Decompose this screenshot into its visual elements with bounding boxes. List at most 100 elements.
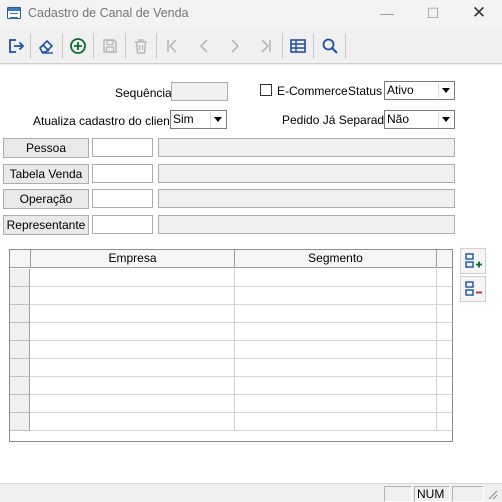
toolbar-separator xyxy=(125,33,126,59)
cell-empresa[interactable] xyxy=(31,323,235,341)
chevron-down-icon xyxy=(210,112,225,127)
add-row-button[interactable] xyxy=(460,248,486,274)
representante-description-field xyxy=(158,215,455,234)
atualiza-cadastro-select[interactable]: Sim xyxy=(170,110,227,129)
toolbar-separator xyxy=(93,33,94,59)
resize-grip-icon[interactable] xyxy=(488,489,498,500)
atualiza-cadastro-label: Atualiza cadastro do cliente xyxy=(33,114,180,128)
eraser-icon xyxy=(39,39,54,54)
app-form-icon xyxy=(7,7,21,19)
operacao-button[interactable]: Operação xyxy=(3,189,89,209)
row-indicator[interactable] xyxy=(10,359,30,377)
ecommerce-checkbox[interactable] xyxy=(260,84,272,96)
cell-segmento[interactable] xyxy=(235,395,437,413)
table-row[interactable] xyxy=(10,413,452,431)
table-row[interactable] xyxy=(10,359,452,377)
add-circle-icon xyxy=(70,38,86,54)
row-indicator[interactable] xyxy=(10,305,30,323)
exit-icon xyxy=(9,39,25,53)
first-record-button[interactable] xyxy=(158,32,186,60)
operacao-description-field xyxy=(158,189,455,208)
table-row[interactable] xyxy=(10,287,452,305)
cell-empresa[interactable] xyxy=(31,377,235,395)
cell-empresa[interactable] xyxy=(31,395,235,413)
cell-empresa[interactable] xyxy=(31,287,235,305)
previous-record-button[interactable] xyxy=(190,32,218,60)
tabela-venda-description-field xyxy=(158,164,455,183)
pessoa-code-field[interactable] xyxy=(92,138,153,157)
table-row[interactable] xyxy=(10,377,452,395)
status-select[interactable]: Ativo xyxy=(384,81,455,100)
representante-button[interactable]: Representante xyxy=(3,215,89,235)
cell-empresa[interactable] xyxy=(31,359,235,377)
grid-header: Empresa Segmento xyxy=(10,250,452,268)
toolbar-separator xyxy=(345,33,346,59)
remove-row-icon xyxy=(465,281,482,296)
cell-segmento[interactable] xyxy=(235,413,437,431)
column-header-segmento[interactable]: Segmento xyxy=(235,250,437,268)
row-indicator[interactable] xyxy=(10,395,30,413)
exit-button[interactable] xyxy=(2,32,30,60)
cell-segmento[interactable] xyxy=(235,287,437,305)
clear-button[interactable] xyxy=(32,32,60,60)
window-title: Cadastro de Canal de Venda xyxy=(28,6,189,20)
row-indicator[interactable] xyxy=(10,377,30,395)
pedido-separado-label: Pedido Já Separado xyxy=(282,113,391,127)
toolbar-separator xyxy=(282,33,283,59)
cell-segmento[interactable] xyxy=(235,377,437,395)
cell-segmento[interactable] xyxy=(235,269,437,287)
pessoa-button[interactable]: Pessoa xyxy=(3,138,89,158)
column-header-empresa[interactable]: Empresa xyxy=(31,250,235,268)
row-indicator[interactable] xyxy=(10,287,30,305)
toolbar-separator xyxy=(30,33,31,59)
cell-segmento[interactable] xyxy=(235,341,437,359)
cell-segmento[interactable] xyxy=(235,323,437,341)
minimize-button[interactable]: — xyxy=(364,0,410,28)
tabela-venda-code-field[interactable] xyxy=(92,164,153,183)
chevron-down-icon xyxy=(438,83,453,98)
next-record-icon xyxy=(231,39,240,53)
table-row[interactable] xyxy=(10,323,452,341)
cell-segmento[interactable] xyxy=(235,305,437,323)
row-indicator[interactable] xyxy=(10,341,30,359)
empresa-segmento-grid[interactable]: Empresa Segmento xyxy=(9,249,453,442)
add-button[interactable] xyxy=(64,32,92,60)
table-row[interactable] xyxy=(10,341,452,359)
search-icon xyxy=(322,38,338,54)
title-bar: Cadastro de Canal de Venda — ☐ ✕ xyxy=(0,0,502,28)
cell-segmento[interactable] xyxy=(235,359,437,377)
cell-empresa[interactable] xyxy=(31,269,235,287)
sequencia-field[interactable] xyxy=(171,82,228,101)
save-button[interactable] xyxy=(96,32,124,60)
representante-code-field[interactable] xyxy=(92,215,153,234)
trash-icon xyxy=(135,39,147,54)
table-row[interactable] xyxy=(10,269,452,287)
toolbar-separator xyxy=(62,33,63,59)
cell-empresa[interactable] xyxy=(31,341,235,359)
remove-row-button[interactable] xyxy=(460,276,486,302)
cell-empresa[interactable] xyxy=(31,413,235,431)
tabela-venda-button[interactable]: Tabela Venda xyxy=(3,164,89,184)
grid-extra-header xyxy=(437,250,452,268)
row-indicator[interactable] xyxy=(10,413,30,431)
grid-indicator-header xyxy=(10,250,31,268)
last-record-icon xyxy=(261,39,271,53)
row-indicator[interactable] xyxy=(10,323,30,341)
maximize-button[interactable]: ☐ xyxy=(410,0,456,28)
close-button[interactable]: ✕ xyxy=(456,0,502,28)
last-record-button[interactable] xyxy=(252,32,280,60)
cell-empresa[interactable] xyxy=(31,305,235,323)
delete-button[interactable] xyxy=(127,32,155,60)
table-row[interactable] xyxy=(10,305,452,323)
next-record-button[interactable] xyxy=(221,32,249,60)
table-view-button[interactable] xyxy=(284,32,312,60)
previous-record-icon xyxy=(199,39,208,53)
search-button[interactable] xyxy=(316,32,344,60)
status-select-value: Ativo xyxy=(387,83,414,97)
table-row[interactable] xyxy=(10,395,452,413)
status-panel xyxy=(384,486,412,502)
row-indicator[interactable] xyxy=(10,269,30,287)
operacao-code-field[interactable] xyxy=(92,189,153,208)
table-view-icon xyxy=(290,39,306,53)
pedido-separado-select[interactable]: Não xyxy=(384,110,455,129)
